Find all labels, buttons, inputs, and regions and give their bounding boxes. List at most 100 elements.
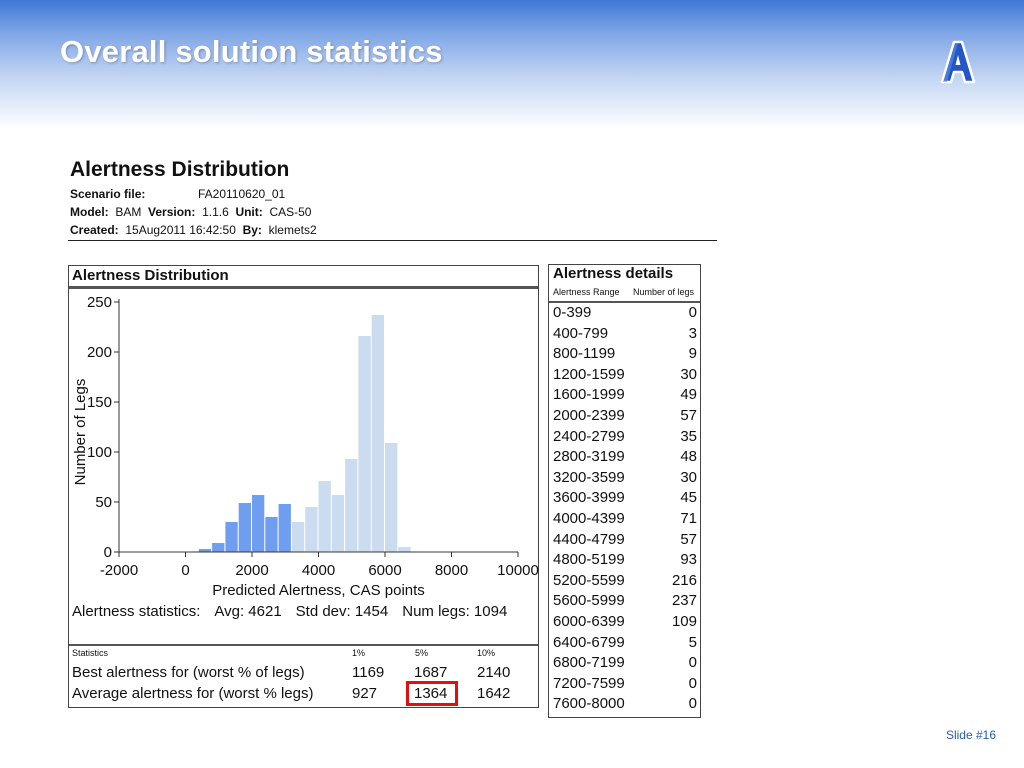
details-row-range: 6000-6399 <box>553 613 625 630</box>
table-row-best-label: Best alertness for (worst % of legs) <box>72 664 305 681</box>
version-value: 1.1.6 <box>202 205 229 219</box>
details-row-count: 57 <box>680 530 697 548</box>
x-tick-label: 0 <box>181 562 189 579</box>
details-row-count: 49 <box>680 386 697 404</box>
table-header-statistics: Statistics <box>72 648 109 658</box>
details-row-range: 0-399 <box>553 304 592 321</box>
details-title: Alertness details <box>553 265 674 282</box>
details-row-count: 45 <box>680 489 697 507</box>
histogram-bar <box>371 315 384 552</box>
x-tick-label: 2000 <box>235 562 268 579</box>
y-tick-label: 0 <box>104 544 112 561</box>
model-value: BAM <box>115 205 142 219</box>
details-row-count: 109 <box>671 613 697 630</box>
details-row-range: 2800-3199 <box>553 448 625 466</box>
details-row-count: 93 <box>680 551 697 569</box>
meta-model: Model: BAM Version: 1.1.6 Unit: CAS-50 <box>70 205 311 219</box>
details-row-count: 57 <box>680 407 697 424</box>
x-axis-label: Predicted Alertness, CAS points <box>212 582 425 599</box>
chart-panel-title: Alertness Distribution <box>72 267 229 284</box>
details-row-range: 4400-4799 <box>553 530 625 548</box>
details-row-range: 2000-2399 <box>553 407 625 424</box>
histogram-bar <box>331 495 345 552</box>
details-row-count: 0 <box>688 654 697 672</box>
scenario-value: FA20110620_01 <box>198 187 286 201</box>
unit-value: CAS-50 <box>269 205 312 219</box>
scenario-label: Scenario file: <box>70 187 146 201</box>
details-row-count: 30 <box>680 365 697 383</box>
histogram-bar <box>212 543 225 552</box>
created-value: 15Aug2011 16:42:50 <box>125 223 236 237</box>
y-tick-label: 250 <box>87 294 112 311</box>
details-row-range: 1200-1599 <box>553 365 625 383</box>
details-row-count: 0 <box>688 695 697 713</box>
details-row-range: 5600-5999 <box>553 592 625 610</box>
details-row-count: 3 <box>688 324 697 342</box>
histogram-bar <box>358 336 371 552</box>
histogram-bar <box>345 459 358 552</box>
histogram-bar <box>265 517 278 552</box>
logo-a-icon <box>940 40 976 84</box>
histogram-bar <box>398 547 411 552</box>
details-row-count: 5 <box>688 633 697 651</box>
histogram-bar <box>278 504 291 552</box>
y-tick-label: 150 <box>87 394 112 411</box>
details-row-count: 48 <box>680 448 697 466</box>
model-label: Model: <box>70 205 109 219</box>
version-label: Version: <box>148 205 196 219</box>
details-row-range: 7600-8000 <box>553 695 625 713</box>
by-label: By: <box>242 223 262 237</box>
details-row-range: 6400-6799 <box>553 633 625 651</box>
details-col-count: Number of legs <box>633 287 695 297</box>
meta-scenario: Scenario file: FA20110620_01 <box>70 187 285 201</box>
details-row-count: 35 <box>680 427 697 445</box>
slide-number: Slide #16 <box>945 728 996 742</box>
histogram-bar <box>252 495 265 552</box>
details-row-range: 4800-5199 <box>553 551 625 569</box>
details-row-count: 216 <box>671 571 697 589</box>
x-tick-label: 6000 <box>368 562 401 579</box>
details-row-count: 9 <box>688 345 697 363</box>
histogram-bar <box>318 481 331 552</box>
details-row-count: 0 <box>688 674 697 692</box>
details-row-range: 7200-7599 <box>553 674 625 692</box>
x-tick-label: 10000 <box>497 562 539 579</box>
x-tick-label: 4000 <box>302 562 335 579</box>
table-row-average-label: Average alertness for (worst % legs) <box>72 685 314 702</box>
table-cell: 2140 <box>477 664 511 681</box>
by-value: klemets2 <box>268 223 317 237</box>
report-title: Alertness Distribution <box>70 158 290 181</box>
table-header-5pct: 5% <box>415 648 429 658</box>
meta-created: Created: 15Aug2011 16:42:50 By: klemets2 <box>70 223 317 237</box>
stats-avg: Avg: 4621 <box>214 603 282 620</box>
y-tick-label: 100 <box>87 444 112 461</box>
x-tick-label: -2000 <box>100 562 138 579</box>
table-cell: 1687 <box>414 664 448 681</box>
highlight-box <box>406 681 458 706</box>
y-tick-label: 50 <box>95 494 112 511</box>
details-row-range: 3200-3599 <box>553 468 625 486</box>
histogram-chart: 050100150200250-2000 0 2000 4000 6000 8000 100… <box>72 294 539 599</box>
details-row-range: 5200-5599 <box>553 571 625 589</box>
table-header-10pct: 10% <box>477 648 496 658</box>
histogram-bar <box>305 507 318 552</box>
y-axis-label: Number of Legs <box>72 379 89 486</box>
created-label: Created: <box>70 223 119 237</box>
table-cell: 1169 <box>352 664 385 681</box>
slide-title: Overall solution statistics <box>60 34 443 69</box>
histogram-bar <box>225 522 238 552</box>
details-row-count: 71 <box>680 510 697 527</box>
histogram-bar <box>238 503 251 552</box>
details-row-range: 6800-7199 <box>553 654 625 672</box>
details-col-range: Alertness Range <box>553 287 620 297</box>
details-row-range: 3600-3999 <box>553 489 625 507</box>
stats-std: Std dev: 1454 <box>295 603 389 620</box>
details-row-range: 1600-1999 <box>553 386 625 404</box>
stats-legs: Num legs: 1094 <box>402 603 508 620</box>
details-row-range: 400-799 <box>553 324 609 342</box>
table-cell: 927 <box>352 685 378 702</box>
details-row-count: 237 <box>671 592 697 610</box>
unit-label: Unit: <box>235 205 263 219</box>
table-header-1pct: 1% <box>352 648 366 658</box>
histogram-bar <box>291 522 305 552</box>
